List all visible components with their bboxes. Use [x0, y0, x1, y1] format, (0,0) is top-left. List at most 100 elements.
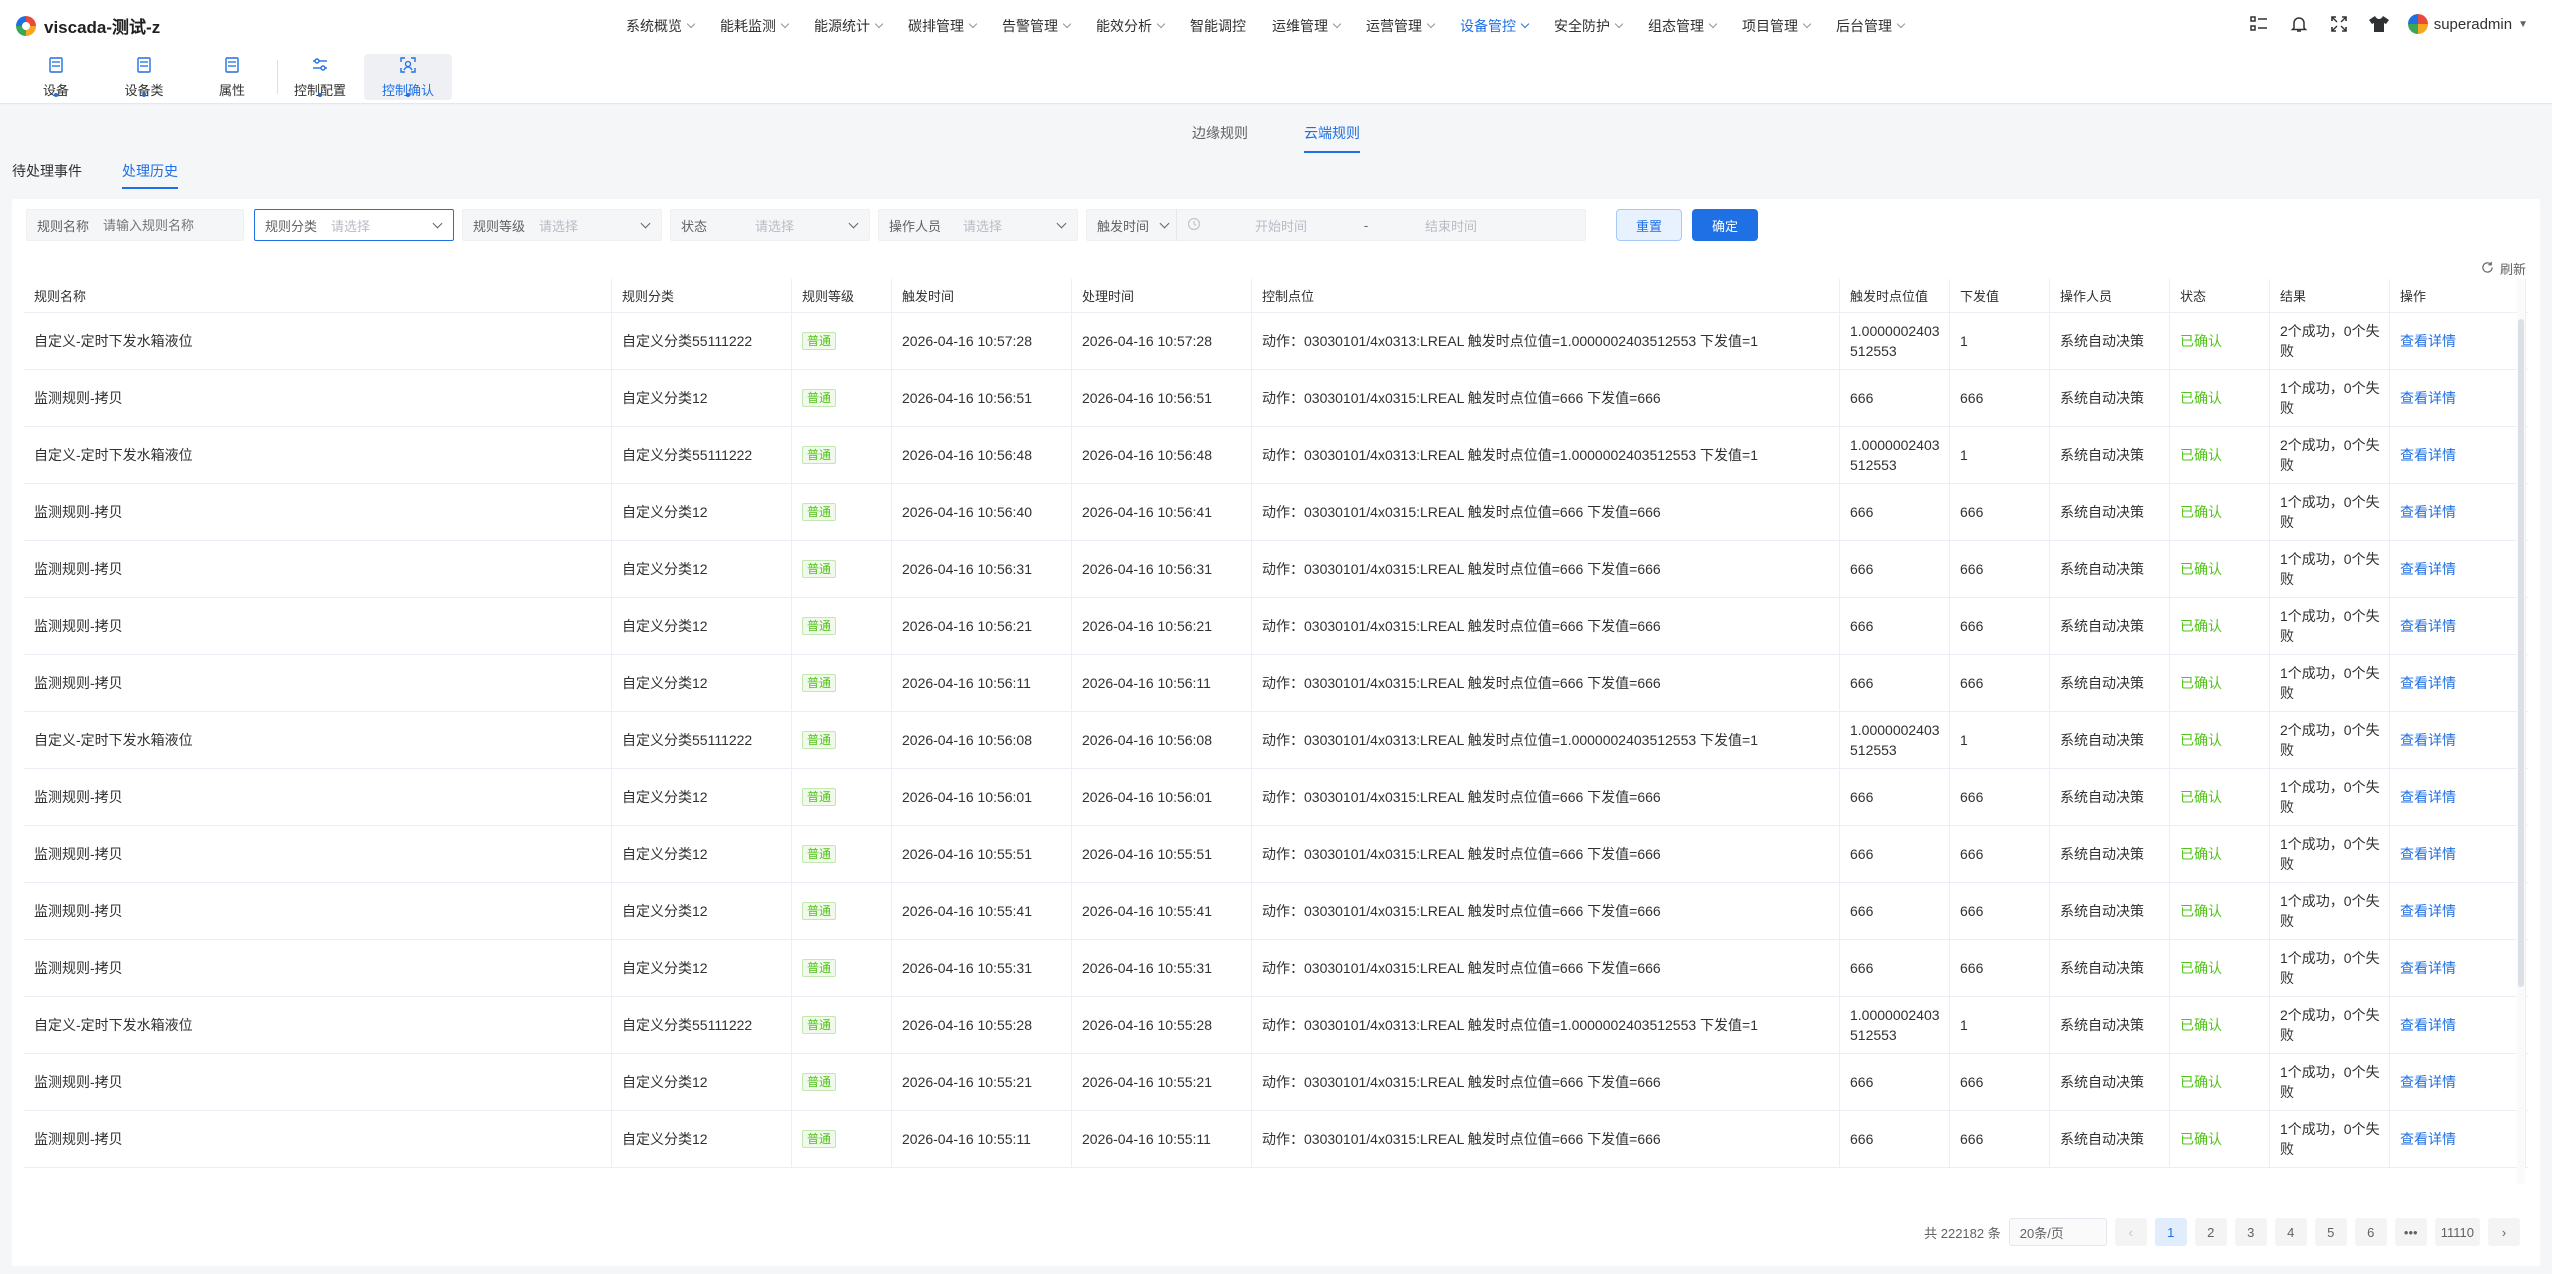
subtool-control-confirm[interactable]: 控制确认 [364, 54, 452, 100]
nav-item[interactable]: 安全防护 [1554, 16, 1624, 36]
view-details-link[interactable]: 查看详情 [2400, 958, 2456, 978]
page-button[interactable]: 11110 [2434, 1218, 2480, 1246]
subtool-control-config[interactable]: 控制配置 [276, 54, 364, 100]
view-details-link[interactable]: 查看详情 [2400, 559, 2456, 579]
view-details-link[interactable]: 查看详情 [2400, 388, 2456, 408]
view-details-link[interactable]: 查看详情 [2400, 673, 2456, 693]
cell-text: 自定义分类12 [622, 618, 708, 634]
cell-text: 2026-04-16 10:56:01 [1082, 789, 1212, 805]
view-details-link[interactable]: 查看详情 [2400, 331, 2456, 351]
view-details-link[interactable]: 查看详情 [2400, 1129, 2456, 1149]
page-size-select[interactable]: 20条/页 [2008, 1218, 2107, 1246]
table-cell: 666 [1840, 883, 1950, 939]
tab-cloud-rules[interactable]: 云端规则 [1304, 123, 1360, 153]
nav-item[interactable]: 系统概览 [626, 16, 696, 36]
nav-item[interactable]: 组态管理 [1648, 16, 1718, 36]
nav-item[interactable]: 能源统计 [814, 16, 884, 36]
table-cell: 监测规则-拷贝 [24, 598, 612, 654]
user-menu[interactable]: superadmin ▼ [2407, 14, 2528, 34]
top-navbar: viscada-测试-z 系统概览 能耗监测 能源统计 碳排管理 告警管理 能效分析 智能调… [0, 0, 2552, 52]
chevron-down-icon [1056, 218, 1067, 228]
cell-text: 动作：03030101/4x0313:LREAL 触发时点位值=1.000000… [1262, 732, 1759, 748]
nav-item[interactable]: 能耗监测 [720, 16, 790, 36]
view-details-link[interactable]: 查看详情 [2400, 787, 2456, 807]
brand[interactable]: viscada-测试-z [16, 13, 160, 38]
confirm-button[interactable]: 确定 [1692, 209, 1758, 241]
view-details-link[interactable]: 查看详情 [2400, 730, 2456, 750]
total-count: 共 222182 条 [1924, 1225, 2001, 1241]
view-details-link[interactable]: 查看详情 [2400, 445, 2456, 465]
page-button[interactable]: ••• [2394, 1218, 2427, 1246]
theme-shirt-icon[interactable] [2368, 13, 2390, 35]
table-cell: 系统自动决策 [2050, 541, 2170, 597]
rule-level-select[interactable]: 规则等级 请选择 [462, 209, 662, 241]
tab-pending-events[interactable]: 待处理事件 [12, 161, 82, 189]
nav-item[interactable]: 运维管理 [1272, 16, 1342, 36]
rule-category-select[interactable]: 规则分类 请选择 [254, 209, 454, 241]
refresh-button[interactable]: 刷新 [2481, 259, 2526, 278]
status-select[interactable]: 状态 请选择 [670, 209, 870, 241]
operator-select[interactable]: 操作人员 请选择 [878, 209, 1078, 241]
bell-icon[interactable] [2288, 13, 2310, 35]
cell-text: 监测规则-拷贝 [34, 960, 123, 976]
cell-text: 2026-04-16 10:55:28 [902, 1017, 1032, 1033]
prev-page-button[interactable]: ‹ [2114, 1218, 2147, 1246]
cell-text: 2026-04-16 10:57:28 [902, 333, 1032, 349]
nav-item[interactable]: 智能调控 [1190, 16, 1246, 36]
subtool-dot [142, 93, 146, 97]
cell-text: 系统自动决策 [2060, 618, 2144, 634]
subtool-attribute[interactable]: 属性 [188, 54, 276, 100]
cell-text: 动作：03030101/4x0315:LREAL 触发时点位值=666 下发值=… [1262, 504, 1661, 520]
nav-item[interactable]: 设备管控 [1460, 16, 1530, 36]
table-cell: 系统自动决策 [2050, 1054, 2170, 1110]
cell-text: 系统自动决策 [2060, 561, 2144, 577]
list-icon[interactable] [2248, 13, 2270, 35]
view-details-link[interactable]: 查看详情 [2400, 844, 2456, 864]
page-button[interactable]: 1 [2154, 1218, 2187, 1246]
cell-text: 系统自动决策 [2060, 1131, 2144, 1147]
tab-edge-rules[interactable]: 边缘规则 [1192, 123, 1248, 153]
page-button[interactable]: 4 [2274, 1218, 2307, 1246]
view-details-link[interactable]: 查看详情 [2400, 616, 2456, 636]
page-button[interactable]: 2 [2194, 1218, 2227, 1246]
view-details-link[interactable]: 查看详情 [2400, 502, 2456, 522]
table-cell: 1个成功，0个失败 [2270, 655, 2390, 711]
nav-item[interactable]: 碳排管理 [908, 16, 978, 36]
subtool-device-class[interactable]: 设备类 [100, 54, 188, 100]
view-details-link[interactable]: 查看详情 [2400, 1015, 2456, 1035]
view-details-link[interactable]: 查看详情 [2400, 901, 2456, 921]
cell-text: 1个成功，0个失败 [2280, 494, 2380, 530]
nav-item[interactable]: 告警管理 [1002, 16, 1072, 36]
reset-button[interactable]: 重置 [1616, 209, 1682, 241]
chevron-down-icon [1802, 19, 1812, 29]
cell-text: 1 [1960, 1017, 1968, 1033]
cell-text: 666 [1960, 618, 1984, 634]
nav-item[interactable]: 运营管理 [1366, 16, 1436, 36]
cell-text: 2026-04-16 10:56:11 [902, 675, 1031, 691]
view-details-link[interactable]: 查看详情 [2400, 1072, 2456, 1092]
scrollbar-thumb[interactable] [2518, 319, 2524, 987]
status-text: 已确认 [2180, 1017, 2222, 1033]
cell-text: 监测规则-拷贝 [34, 846, 123, 862]
table-cell: 自定义-定时下发水箱液位 [24, 712, 612, 768]
filter-label: 规则分类 [265, 218, 318, 234]
trigger-time-range[interactable]: 触发时间 开始时间 - 结束时间 [1086, 209, 1586, 241]
rule-name-input[interactable] [103, 217, 233, 233]
page-button[interactable]: 6 [2354, 1218, 2387, 1246]
table-cell: 普通 [792, 370, 892, 426]
rule-name-filter[interactable]: 规则名称 [26, 209, 244, 241]
table-cell: 已确认 [2170, 712, 2270, 768]
tab-history[interactable]: 处理历史 [122, 161, 178, 189]
page-button[interactable]: 3 [2234, 1218, 2267, 1246]
fullscreen-icon[interactable] [2328, 13, 2350, 35]
nav-item[interactable]: 能效分析 [1096, 16, 1166, 36]
subtool-device[interactable]: 设备 [12, 54, 100, 100]
page-button[interactable]: 5 [2314, 1218, 2347, 1246]
next-page-button[interactable]: › [2488, 1218, 2520, 1246]
end-time-input[interactable]: 结束时间 [1381, 216, 1521, 235]
start-time-input[interactable]: 开始时间 [1211, 216, 1351, 235]
cell-text: 666 [1960, 561, 1984, 577]
nav-item[interactable]: 后台管理 [1836, 16, 1906, 36]
nav-item[interactable]: 项目管理 [1742, 16, 1812, 36]
level-tag: 普通 [802, 731, 837, 749]
